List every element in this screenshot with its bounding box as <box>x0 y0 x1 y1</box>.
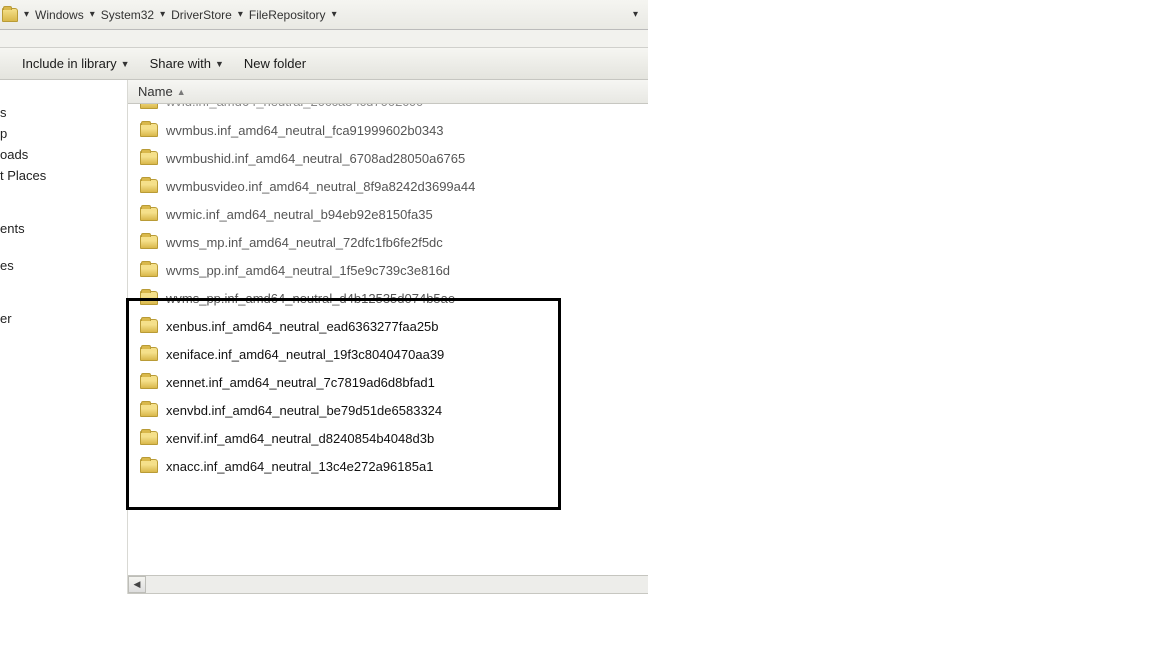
chevron-right-icon[interactable]: ▾ <box>236 9 245 20</box>
folder-icon <box>2 8 18 22</box>
sidebar-item[interactable]: es <box>0 255 127 276</box>
sidebar-item[interactable]: s <box>0 102 127 123</box>
chevron-down-icon[interactable]: ▾ <box>631 9 640 20</box>
folder-icon <box>140 459 158 473</box>
scroll-track[interactable] <box>146 576 648 593</box>
address-bar[interactable]: ▾ Windows ▾ System32 ▾ DriverStore ▾ Fil… <box>0 0 648 30</box>
folder-icon <box>140 104 158 109</box>
sidebar-item[interactable]: oads <box>0 144 127 165</box>
folder-icon <box>140 431 158 445</box>
list-item[interactable]: xeniface.inf_amd64_neutral_19f3c8040470a… <box>128 340 648 368</box>
column-header-name[interactable]: Name ▲ <box>128 80 648 104</box>
list-item[interactable]: xenbus.inf_amd64_neutral_ead6363277faa25… <box>128 312 648 340</box>
list-item[interactable]: xenvif.inf_amd64_neutral_d8240854b4048d3… <box>128 424 648 452</box>
breadcrumb-driverstore[interactable]: DriverStore <box>167 4 236 26</box>
sidebar-item[interactable]: p <box>0 123 127 144</box>
folder-icon <box>140 235 158 249</box>
chevron-right-icon[interactable]: ▾ <box>22 9 31 20</box>
list-item[interactable]: wvms_pp.inf_amd64_neutral_d4b12535d074b5… <box>128 284 648 312</box>
folder-icon <box>140 347 158 361</box>
chevron-right-icon[interactable]: ▾ <box>158 9 167 20</box>
folder-icon <box>140 123 158 137</box>
folder-icon <box>140 263 158 277</box>
list-item[interactable]: wvms_pp.inf_amd64_neutral_1f5e9c739c3e81… <box>128 256 648 284</box>
list-item[interactable]: wvmbusvideo.inf_amd64_neutral_8f9a8242d3… <box>128 172 648 200</box>
list-item[interactable]: wvms_mp.inf_amd64_neutral_72dfc1fb6fe2f5… <box>128 228 648 256</box>
sort-ascending-icon: ▲ <box>177 87 186 97</box>
folder-icon <box>140 179 158 193</box>
sidebar-item[interactable]: er <box>0 308 127 329</box>
chevron-right-icon[interactable]: ▾ <box>330 9 339 20</box>
list-item[interactable]: wvmbus.inf_amd64_neutral_fca91999602b034… <box>128 116 648 144</box>
breadcrumb-filerepository[interactable]: FileRepository <box>245 4 330 26</box>
breadcrumb-windows[interactable]: Windows <box>31 4 88 26</box>
folder-icon <box>140 403 158 417</box>
command-toolbar: Include in library▼ Share with▼ New fold… <box>0 48 648 80</box>
list-item[interactable]: wvid.inf_amd64_neutral_20cca5 fcd7002c00 <box>128 104 648 116</box>
include-in-library-button[interactable]: Include in library▼ <box>12 51 140 77</box>
folder-icon <box>140 319 158 333</box>
folder-icon <box>140 151 158 165</box>
sidebar-item[interactable]: t Places <box>0 165 127 186</box>
share-with-button[interactable]: Share with▼ <box>140 51 234 77</box>
list-item[interactable]: wvmic.inf_amd64_neutral_b94eb92e8150fa35 <box>128 200 648 228</box>
chevron-right-icon[interactable]: ▾ <box>88 9 97 20</box>
horizontal-scrollbar[interactable]: ◀ <box>128 575 648 593</box>
folder-icon <box>140 291 158 305</box>
list-item[interactable]: xnacc.inf_amd64_neutral_13c4e272a96185a1 <box>128 452 648 480</box>
list-item[interactable]: xennet.inf_amd64_neutral_7c7819ad6d8bfad… <box>128 368 648 396</box>
chevron-down-icon: ▼ <box>121 59 130 69</box>
navigation-pane[interactable]: s p oads t Places ents es er <box>0 80 128 594</box>
list-item[interactable]: wvmbushid.inf_amd64_neutral_6708ad28050a… <box>128 144 648 172</box>
toolbar-spacer <box>0 30 648 48</box>
scroll-left-button[interactable]: ◀ <box>128 576 146 593</box>
breadcrumb-system32[interactable]: System32 <box>97 4 158 26</box>
new-folder-button[interactable]: New folder <box>234 51 316 77</box>
list-item[interactable]: xenvbd.inf_amd64_neutral_be79d51de658332… <box>128 396 648 424</box>
file-list[interactable]: Name ▲ wvid.inf_amd64_neutral_20cca5 fcd… <box>128 80 648 594</box>
sidebar-item[interactable]: ents <box>0 218 127 239</box>
chevron-down-icon: ▼ <box>215 59 224 69</box>
folder-icon <box>140 207 158 221</box>
folder-icon <box>140 375 158 389</box>
